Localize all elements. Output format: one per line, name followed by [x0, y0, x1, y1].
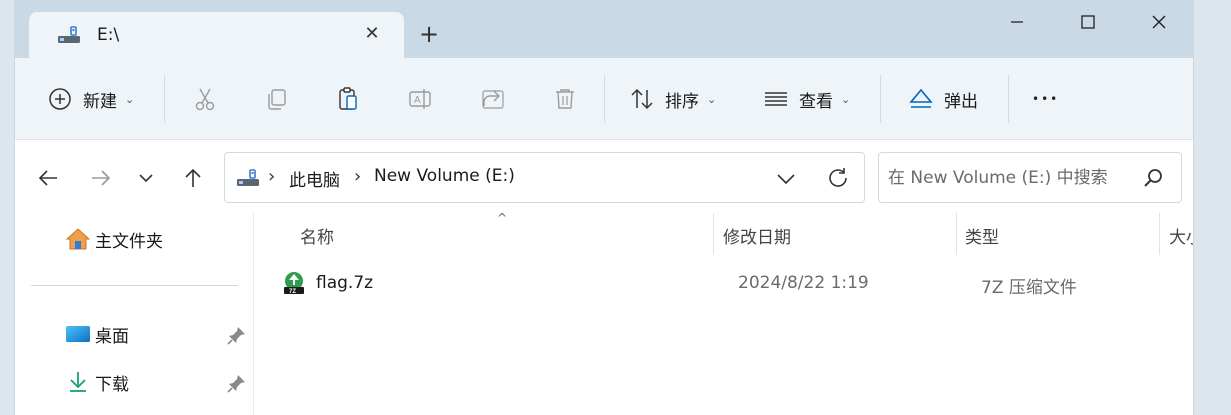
desktop-icon — [66, 326, 90, 342]
column-separator[interactable] — [1159, 213, 1160, 255]
svg-text:A: A — [414, 95, 421, 106]
arrow-left-icon — [38, 170, 57, 186]
drive-icon — [237, 169, 259, 186]
share-icon — [482, 90, 504, 109]
search-box[interactable] — [878, 152, 1182, 203]
view-list-icon — [765, 92, 787, 106]
copy-button[interactable] — [263, 58, 289, 140]
minimize-button[interactable] — [999, 8, 1035, 36]
clipboard-icon — [339, 87, 357, 110]
sidebar-item-label: 主文件夹 — [95, 231, 163, 252]
more-icon: ••• — [1032, 92, 1060, 106]
home-icon — [65, 228, 91, 250]
tab-drive-e[interactable]: E:\ ✕ — [29, 12, 404, 58]
paste-button[interactable] — [335, 58, 361, 140]
file-name: flag.7z — [316, 273, 374, 293]
column-header-size[interactable]: 大小 — [1169, 223, 1193, 248]
pin-icon[interactable] — [227, 373, 247, 393]
column-header-type[interactable]: 类型 — [965, 223, 999, 248]
breadcrumb-new-volume[interactable]: New Volume (E:) — [374, 166, 515, 186]
chevron-down-icon: ⌄ — [707, 92, 717, 106]
new-label: 新建 — [83, 91, 117, 112]
archive-7z-icon: 7Z — [284, 272, 304, 295]
drive-icon — [58, 26, 80, 43]
view-button[interactable]: 查看 ⌄ — [763, 58, 850, 140]
file-type: 7Z 压缩文件 — [981, 278, 1077, 298]
close-window-button[interactable] — [1141, 8, 1177, 36]
view-label: 查看 — [799, 91, 833, 112]
tab-title: E:\ — [97, 25, 120, 45]
eject-label: 弹出 — [944, 91, 978, 112]
column-header-name[interactable]: 名称 — [300, 223, 334, 248]
breadcrumb-chevron-icon[interactable]: › — [268, 166, 275, 187]
arrow-right-icon — [92, 170, 111, 186]
chevron-down-icon: ⌄ — [841, 92, 851, 106]
chevron-down-icon[interactable] — [773, 165, 799, 191]
sidebar-item-label: 桌面 — [95, 326, 129, 347]
copy-icon — [268, 89, 286, 110]
column-separator[interactable] — [713, 213, 714, 255]
maximize-icon — [1081, 15, 1095, 29]
sort-ascending-icon: ^ — [497, 211, 508, 225]
rename-button[interactable]: A — [407, 58, 433, 140]
sort-button[interactable]: 排序 ⌄ — [629, 58, 716, 140]
close-tab-icon[interactable]: ✕ — [359, 21, 385, 47]
new-button[interactable]: 新建 ⌄ — [47, 58, 134, 140]
search-icon[interactable] — [1141, 166, 1165, 190]
up-button[interactable] — [178, 163, 208, 193]
pin-icon[interactable] — [227, 325, 247, 345]
search-input[interactable] — [888, 165, 1128, 191]
title-bar: E:\ ✕ + — [15, 0, 1193, 58]
rename-icon: A — [409, 89, 431, 109]
share-button[interactable] — [480, 58, 506, 140]
download-icon — [70, 372, 86, 392]
address-bar[interactable]: › 此电脑 › New Volume (E:) — [224, 152, 865, 203]
new-tab-button[interactable]: + — [415, 20, 443, 48]
more-options-button[interactable]: ••• — [1032, 58, 1059, 140]
file-explorer-window: E:\ ✕ + 新建 ⌄ A 排序 ⌄ 查看 ⌄ 弹出 ••• › 此电脑 › … — [14, 0, 1194, 415]
sidebar-item-desktop[interactable]: 桌面 — [65, 319, 129, 349]
navigation-bar: › 此电脑 › New Volume (E:) — [15, 141, 1193, 213]
sidebar-item-downloads[interactable]: 下载 — [65, 367, 129, 397]
trash-icon — [556, 89, 574, 109]
maximize-button[interactable] — [1070, 8, 1106, 36]
toolbar-divider — [880, 75, 881, 123]
recent-locations-button[interactable] — [131, 163, 161, 193]
file-list: ^ 名称 修改日期 类型 大小 7Z flag.7z 2024/8/22 1:1… — [254, 211, 1193, 415]
navigation-pane: 主文件夹 桌面 下载 — [15, 213, 253, 415]
sort-icon — [631, 88, 653, 110]
scissors-icon — [195, 88, 215, 111]
chevron-down-icon — [139, 174, 153, 183]
breadcrumb-this-pc[interactable]: 此电脑 — [289, 166, 340, 191]
sidebar-item-home[interactable]: 主文件夹 — [65, 224, 163, 254]
eject-icon — [909, 88, 933, 108]
close-icon — [1152, 15, 1166, 29]
sidebar-item-label: 下载 — [95, 374, 129, 395]
toolbar-divider — [1008, 75, 1009, 123]
command-bar: 新建 ⌄ A 排序 ⌄ 查看 ⌄ 弹出 ••• — [15, 58, 1193, 140]
toolbar-divider — [604, 75, 605, 123]
svg-text:7Z: 7Z — [289, 289, 296, 295]
plus-circle-icon — [49, 88, 71, 110]
delete-button[interactable] — [552, 58, 578, 140]
breadcrumb-chevron-icon[interactable]: › — [354, 166, 361, 187]
file-modified: 2024/8/22 1:19 — [738, 273, 869, 293]
sort-label: 排序 — [665, 91, 699, 112]
refresh-icon[interactable] — [825, 165, 851, 191]
table-row[interactable]: 7Z flag.7z 2024/8/22 1:19 7Z 压缩文件 — [278, 269, 1178, 299]
eject-button[interactable]: 弹出 — [908, 58, 978, 140]
column-header-modified[interactable]: 修改日期 — [723, 223, 791, 248]
toolbar-divider — [164, 75, 165, 123]
forward-button[interactable] — [86, 163, 116, 193]
cut-button[interactable] — [192, 58, 218, 140]
minimize-icon — [1011, 21, 1023, 23]
arrow-up-icon — [185, 168, 201, 187]
sidebar-divider — [31, 285, 238, 286]
column-separator[interactable] — [956, 213, 957, 255]
chevron-down-icon: ⌄ — [125, 92, 135, 106]
back-button[interactable] — [33, 163, 63, 193]
